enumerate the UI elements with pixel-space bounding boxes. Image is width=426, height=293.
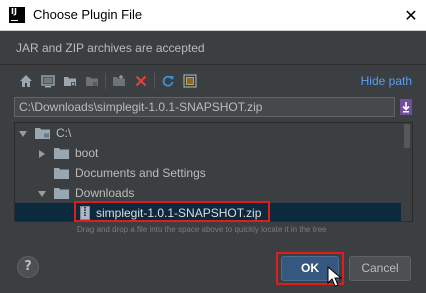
tree-row-boot[interactable]: boot: [15, 143, 401, 163]
cancel-button[interactable]: Cancel: [349, 256, 411, 281]
tree-row-drive-c[interactable]: C:\: [15, 123, 401, 143]
mouse-cursor-icon: [327, 265, 343, 288]
new-folder-icon[interactable]: [108, 70, 130, 92]
module-folder-icon[interactable]: [81, 70, 103, 92]
chevron-right-icon[interactable]: [37, 168, 47, 178]
tree-item-label: Documents and Settings: [75, 166, 206, 180]
chevron-right-icon[interactable]: [37, 148, 47, 158]
tree-item-label: C:\: [56, 126, 72, 140]
folder-icon: [54, 147, 69, 159]
delete-icon[interactable]: [130, 70, 152, 92]
tree-scrollbar[interactable]: [402, 123, 412, 221]
title-bar: IJ Choose Plugin File ✕: [0, 0, 426, 31]
refresh-icon[interactable]: [157, 70, 179, 92]
home-icon[interactable]: [15, 70, 37, 92]
toolbar-separator: [154, 73, 155, 89]
close-button[interactable]: ✕: [396, 0, 426, 31]
folder-icon: [54, 187, 69, 199]
tree-item-label: Downloads: [75, 186, 135, 200]
hide-path-link[interactable]: Hide path: [361, 74, 412, 88]
intellij-app-icon: IJ: [9, 7, 25, 23]
tree-row-downloads[interactable]: Downloads: [15, 183, 401, 203]
path-input[interactable]: C:\Downloads\simplegit-1.0.1-SNAPSHOT.zi…: [14, 97, 395, 117]
download-arrow-icon[interactable]: [398, 98, 414, 116]
file-chooser-toolbar: [15, 70, 201, 92]
toolbar-separator: [105, 73, 106, 89]
desktop-icon[interactable]: [37, 70, 59, 92]
project-folder-icon[interactable]: [59, 70, 81, 92]
divider: [0, 64, 426, 65]
tree-row-documents-and-settings[interactable]: Documents and Settings: [15, 163, 401, 183]
drag-drop-hint: Drag and drop a file into the space abov…: [77, 225, 327, 234]
show-hidden-icon[interactable]: [179, 70, 201, 92]
window-title: Choose Plugin File: [33, 7, 143, 22]
folder-icon: [54, 167, 69, 179]
help-button[interactable]: ?: [17, 256, 39, 278]
description-text: JAR and ZIP archives are accepted: [16, 41, 205, 55]
app-icon-text: IJ: [11, 7, 17, 16]
tree-item-label: boot: [75, 146, 99, 160]
drive-folder-icon: [35, 127, 50, 139]
scrollbar-thumb[interactable]: [404, 124, 410, 148]
annotation-highlight-file: [74, 201, 270, 222]
chevron-down-icon[interactable]: [18, 128, 28, 138]
chevron-down-icon[interactable]: [37, 188, 47, 198]
